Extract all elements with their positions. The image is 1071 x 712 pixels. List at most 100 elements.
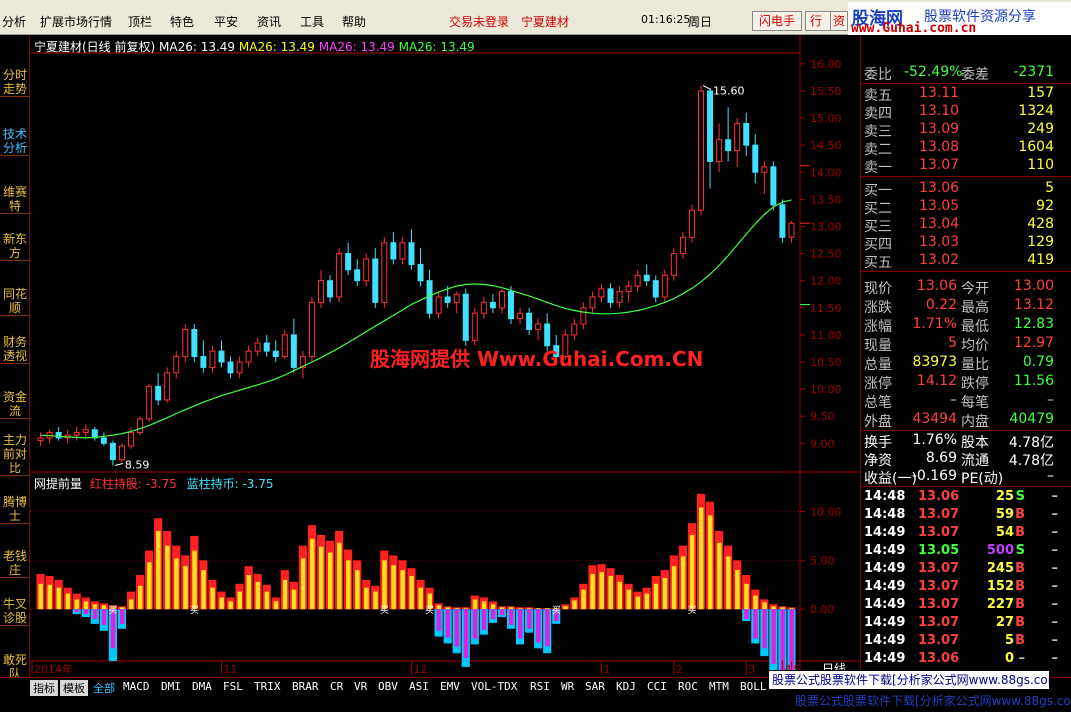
candle-body: [182, 328, 189, 358]
indicator-tab-cr[interactable]: CR: [330, 680, 343, 696]
flash-trade-button[interactable]: 闪电手: [752, 11, 802, 31]
buy-row-3: 买三 13.04 428: [861, 216, 1071, 235]
indicator-tab-vol-tdx[interactable]: VOL-TDX: [471, 680, 517, 696]
left-tab-4[interactable]: 新东方: [0, 232, 30, 261]
left-tab-9[interactable]: 腾博士: [0, 495, 30, 524]
indicator-tab-boll[interactable]: BOLL: [740, 680, 767, 696]
login-status[interactable]: 交易未登录: [449, 13, 509, 30]
yellow-inner-bar: [282, 579, 288, 610]
candle-body: [37, 437, 44, 442]
candle-body: [616, 291, 623, 303]
menu-item-extended-market[interactable]: 扩展市场行情: [40, 13, 112, 30]
high-pointer: [702, 85, 712, 90]
magenta-inner-bar: [508, 609, 514, 625]
yellow-inner-bar: [364, 587, 369, 610]
candle-body: [408, 242, 415, 265]
fundamental-row-3: 收益(一) -0.169 PE(动) –: [861, 468, 1071, 487]
menu-item-pingan[interactable]: 平安: [214, 13, 238, 30]
left-tab-2[interactable]: 技术分析: [0, 127, 30, 156]
left-tab-1[interactable]: 分时走势: [0, 68, 30, 97]
indicator-tab-dmi[interactable]: DMI: [161, 680, 181, 696]
ad-banner[interactable]: 股票公式股票软件下载[分析家公式网www.88gs.com]: [768, 670, 1050, 690]
indicator-tab-emv[interactable]: EMV: [440, 680, 460, 696]
tick-placeholder: –: [1051, 579, 1059, 594]
tab-indicators[interactable]: 指标: [30, 680, 58, 696]
yellow-inner-bar: [590, 574, 595, 610]
menu-item-help[interactable]: 帮助: [342, 13, 366, 30]
indicator-tab-kdj[interactable]: KDJ: [616, 680, 636, 696]
menu-item-analysis[interactable]: 分析: [2, 13, 26, 30]
candle-body: [191, 328, 198, 358]
left-tab-7[interactable]: 资金流: [0, 390, 30, 419]
sell-level-label: 卖四: [864, 106, 892, 122]
candle-body: [164, 372, 171, 401]
indicator-tab-rsi[interactable]: RSI: [530, 680, 550, 696]
left-tab-8[interactable]: 主力前对比: [0, 433, 30, 476]
candle-body: [173, 356, 180, 374]
info-button[interactable]: 资: [830, 11, 848, 31]
sell-price: 13.09: [919, 121, 960, 137]
candle-body: [55, 431, 62, 439]
candle-body: [607, 288, 614, 303]
tick-vol: 27: [995, 615, 1014, 630]
buy-signal-marker: 买: [687, 605, 696, 616]
indicator-tab-brar[interactable]: BRAR: [292, 680, 319, 696]
yellow-inner-bar: [481, 601, 487, 610]
main-legend: 宁夏建材(日线 前复权) MA26: 13.49 MA26: 13.49 MA2…: [34, 38, 475, 55]
menu-stock-name: 宁夏建材: [521, 15, 570, 29]
sell-row-3: 卖三 13.09 249: [861, 121, 1071, 140]
indicator-tab-cci[interactable]: CCI: [647, 680, 667, 696]
yellow-inner-bar: [291, 589, 297, 610]
menu-item-news[interactable]: 资讯: [257, 13, 281, 30]
x-tick-label: 11: [223, 663, 237, 676]
left-tab-11[interactable]: 牛叉诊股: [0, 597, 30, 626]
indicator-tab-obv[interactable]: OBV: [378, 680, 398, 696]
price-tick-label: 12.50: [810, 248, 842, 261]
tick-placeholder: –: [1051, 525, 1059, 540]
yellow-inner-bar: [608, 575, 613, 610]
stat-value: 0.79: [1022, 354, 1054, 370]
sell-volume: 110: [1027, 157, 1054, 173]
left-tab-3[interactable]: 维赛特: [0, 185, 30, 214]
indicator-tab-macd[interactable]: MACD: [123, 680, 150, 696]
tick-vol: 0: [1004, 651, 1014, 666]
chart-area[interactable]: 16.00 15.50 15.00 14.50 14.00 13.50 13.00 12.50…: [30, 35, 860, 677]
buy-level-label: 买三: [864, 219, 892, 235]
stat-value: 83973: [912, 354, 957, 370]
indicator-tab-fsl[interactable]: FSL: [223, 680, 243, 696]
candle-body: [146, 385, 153, 420]
candle-body: [517, 312, 524, 320]
candle-body: [155, 385, 162, 401]
indicator-tab-dma[interactable]: DMA: [192, 680, 212, 696]
indicator-tab-asi[interactable]: ASI: [409, 680, 429, 696]
candle-body: [480, 301, 487, 314]
menu-item-tools[interactable]: 工具: [300, 13, 324, 30]
indicator-tab-trix[interactable]: TRIX: [254, 680, 281, 696]
trade-tick-row: 14:49 13.07 245 B –: [861, 561, 1071, 579]
magenta-inner-bar: [499, 609, 505, 616]
magenta-inner-bar: [472, 609, 478, 639]
clock: 01:16:25: [641, 13, 691, 26]
indicator-tab-roc[interactable]: ROC: [678, 680, 698, 696]
tick-side: B: [1015, 633, 1025, 648]
indicator-tab-sar[interactable]: SAR: [585, 680, 605, 696]
left-tab-10[interactable]: 老钱庄: [0, 549, 30, 578]
tab-all[interactable]: 全部: [93, 680, 115, 696]
buy-signal-marker: 买: [108, 605, 117, 616]
candle-body: [652, 280, 659, 298]
fundamental-value: –: [1047, 468, 1054, 484]
tick-side: B: [1015, 525, 1025, 540]
menu-item-special[interactable]: 特色: [170, 13, 194, 30]
fundamental-value: 1.76%: [912, 432, 957, 448]
yellow-inner-bar: [101, 605, 107, 610]
trade-tick-row: 14:49 13.07 5 B –: [861, 633, 1071, 651]
left-tab-6[interactable]: 财务透视: [0, 335, 30, 364]
left-tab-5[interactable]: 同花顺: [0, 287, 30, 316]
indicator-tab-mtm[interactable]: MTM: [709, 680, 729, 696]
indicator-tab-vr[interactable]: VR: [354, 680, 367, 696]
menu-item-top-bar[interactable]: 顶栏: [128, 13, 152, 30]
tab-templates[interactable]: 模板: [60, 680, 88, 696]
indicator-tab-wr[interactable]: WR: [561, 680, 574, 696]
yellow-inner-bar: [762, 602, 767, 610]
tick-placeholder: –: [1051, 561, 1059, 576]
